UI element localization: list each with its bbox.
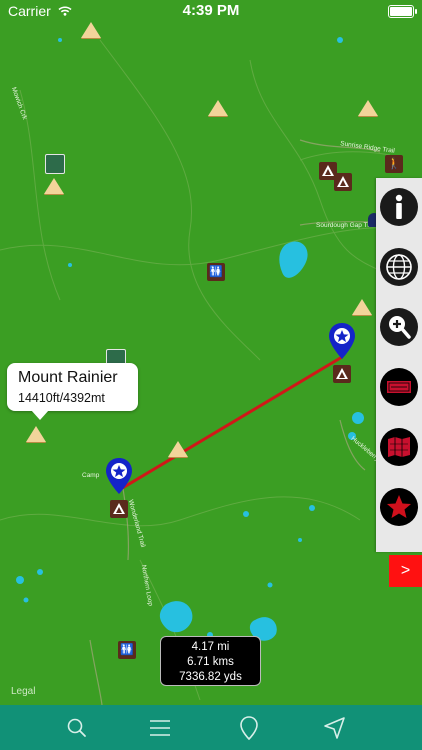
trail-sign-icon [387,381,411,393]
map-label-camp: Camp [82,472,100,479]
collapse-panel-button[interactable]: > [389,555,422,587]
zoom-in-button[interactable] [380,308,418,346]
picnic-area-icon[interactable] [45,154,65,174]
callout-title: Mount Rainier [18,369,118,386]
star-icon [387,495,411,518]
peak-marker[interactable] [352,299,372,315]
peak-marker[interactable] [44,178,64,194]
search-icon[interactable] [64,715,90,741]
restroom-icon[interactable]: 🚻 [118,641,136,659]
peak-marker[interactable] [81,22,101,38]
globe-icon [386,254,412,280]
peak-marker[interactable] [208,100,228,116]
trail-map-button[interactable] [380,428,418,466]
battery-icon [388,5,417,18]
location-pin-icon[interactable] [236,715,262,741]
menu-icon[interactable] [147,715,173,741]
campground-icon[interactable] [110,500,128,518]
mount-rainier-peak-marker[interactable] [26,426,46,442]
bottom-tab-bar [0,705,422,750]
info-icon [395,194,403,219]
peak-callout[interactable]: Mount Rainier 14410ft/4392mt [7,363,138,420]
distance-miles: 4.17 mi [191,641,230,653]
status-bar: Carrier 4:39 PM [0,0,422,22]
status-time: 4:39 PM [182,2,240,19]
end-pin-icon[interactable] [328,322,356,360]
map-type-button[interactable] [380,248,418,286]
peak-marker[interactable] [358,100,378,116]
restroom-icon[interactable]: 🚻 [207,263,225,281]
map-icon [388,437,410,457]
map-tools-panel [376,178,422,552]
map-view[interactable]: Sunrise Ridge Trail Sourdough Gap Trail … [0,0,422,705]
campground-icon[interactable] [333,365,351,383]
distance-readout: 4.17 mi 6.71 kms 7336.82 yds [160,636,261,686]
zoom-in-icon [389,316,411,339]
trail-signs-button[interactable] [380,368,418,406]
info-button[interactable] [380,188,418,226]
peak-marker[interactable] [168,441,188,457]
distance-yards: 7336.82 yds [179,671,242,683]
hiker-icon[interactable]: 🚶 [385,155,403,173]
route-line [118,355,343,492]
distance-kms: 6.71 kms [187,656,234,668]
callout-elevation: 14410ft/4392mt [18,391,105,405]
favorites-button[interactable] [380,488,418,526]
campground-icon[interactable] [334,173,352,191]
map-label-road-east: Sourdough Gap Trail [316,222,376,229]
legal-link[interactable]: Legal [11,686,35,697]
navigate-arrow-icon[interactable] [322,715,348,741]
start-pin-icon[interactable] [105,457,133,495]
